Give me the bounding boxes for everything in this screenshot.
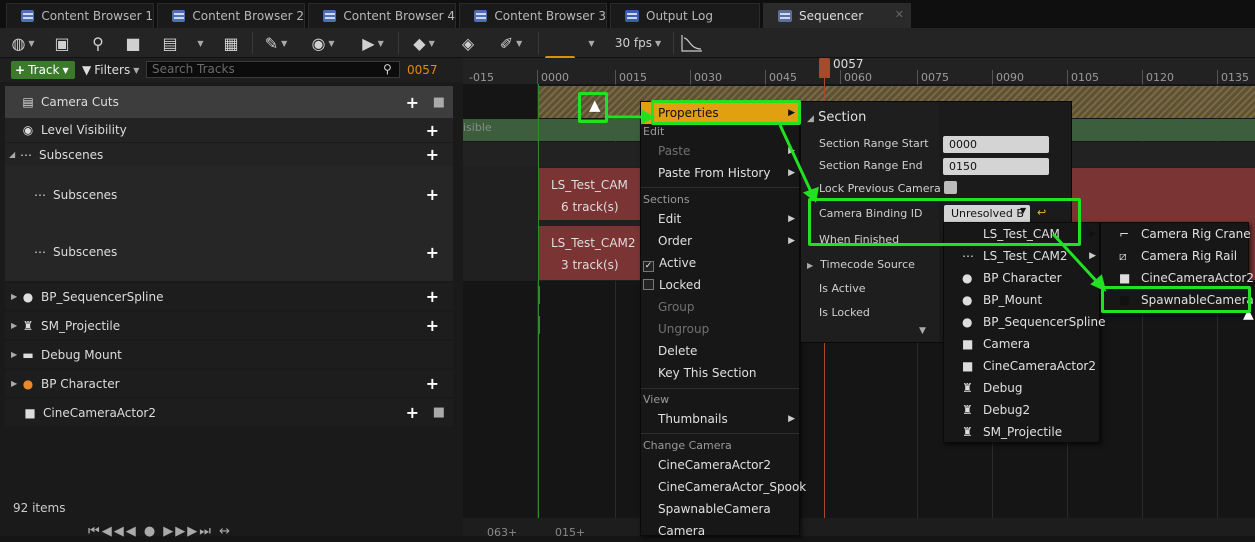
annotation-arrow-head [641, 109, 656, 125]
annotation-arrow-line [778, 124, 815, 197]
annotation-arrow-line [1051, 232, 1102, 287]
annotation-arrow-head [802, 186, 819, 203]
annotation-arrows [605, 109, 1107, 292]
